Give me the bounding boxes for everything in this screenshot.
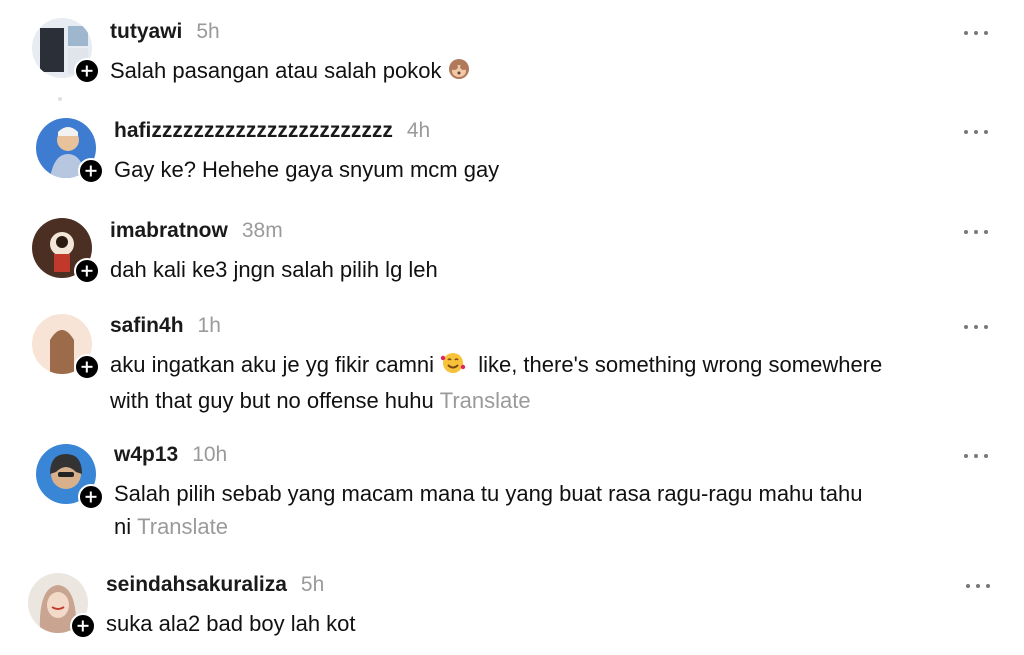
timestamp: 4h (406, 119, 431, 142)
smiling-face-with-hearts-icon (440, 351, 466, 384)
timestamp: 5h (300, 573, 325, 596)
timestamp: 10h (192, 443, 228, 466)
avatar[interactable] (36, 118, 104, 184)
username[interactable]: w4p13 (114, 443, 178, 467)
more-options-icon[interactable] (962, 221, 990, 241)
timestamp: 5h (196, 20, 220, 43)
translate-link[interactable]: Translate (137, 514, 228, 539)
avatar[interactable] (28, 573, 96, 639)
follow-plus-icon[interactable] (78, 484, 104, 510)
more-options-icon[interactable] (964, 575, 992, 595)
follow-plus-icon[interactable] (78, 158, 104, 184)
avatar[interactable] (32, 314, 100, 380)
more-options-icon[interactable] (962, 316, 990, 336)
username[interactable]: imabratnow (110, 219, 228, 243)
translate-link[interactable]: Translate (440, 388, 531, 413)
comment-text: with that guy but no offense huhu (110, 388, 434, 413)
comment-text: Gay ke? Hehehe gaya snyum mcm gay (114, 157, 500, 182)
comment-text: dah kali ke3 jngn salah pilih lg leh (110, 257, 438, 282)
follow-plus-icon[interactable] (74, 354, 100, 380)
comment-text: suka ala2 bad boy lah kot (106, 611, 356, 636)
more-options-icon[interactable] (962, 121, 990, 141)
comment-text: Salah pilih sebab yang macam mana tu yan… (114, 481, 863, 506)
avatar[interactable] (32, 218, 100, 284)
follow-plus-icon[interactable] (70, 613, 96, 639)
comment-text: ni (114, 514, 132, 539)
username[interactable]: hafizzzzzzzzzzzzzzzzzzzzzzz (114, 119, 393, 143)
more-options-icon[interactable] (962, 445, 990, 465)
comment-text: like, there's something wrong somewhere (478, 352, 883, 377)
follow-plus-icon[interactable] (74, 58, 100, 84)
comment-text: Salah pasangan atau salah pokok (110, 58, 442, 83)
timestamp: 38m (241, 219, 283, 242)
username[interactable]: tutyawi (110, 20, 182, 44)
username[interactable]: seindahsakuraliza (106, 573, 287, 597)
see-no-evil-monkey-icon (447, 57, 471, 90)
avatar[interactable] (36, 444, 104, 510)
avatar[interactable] (32, 18, 100, 84)
follow-plus-icon[interactable] (74, 258, 100, 284)
username[interactable]: safin4h (110, 314, 184, 338)
comment-text: aku ingatkan aku je yg fikir camni (110, 352, 435, 377)
timestamp: 1h (197, 314, 221, 337)
more-options-icon[interactable] (962, 22, 990, 42)
